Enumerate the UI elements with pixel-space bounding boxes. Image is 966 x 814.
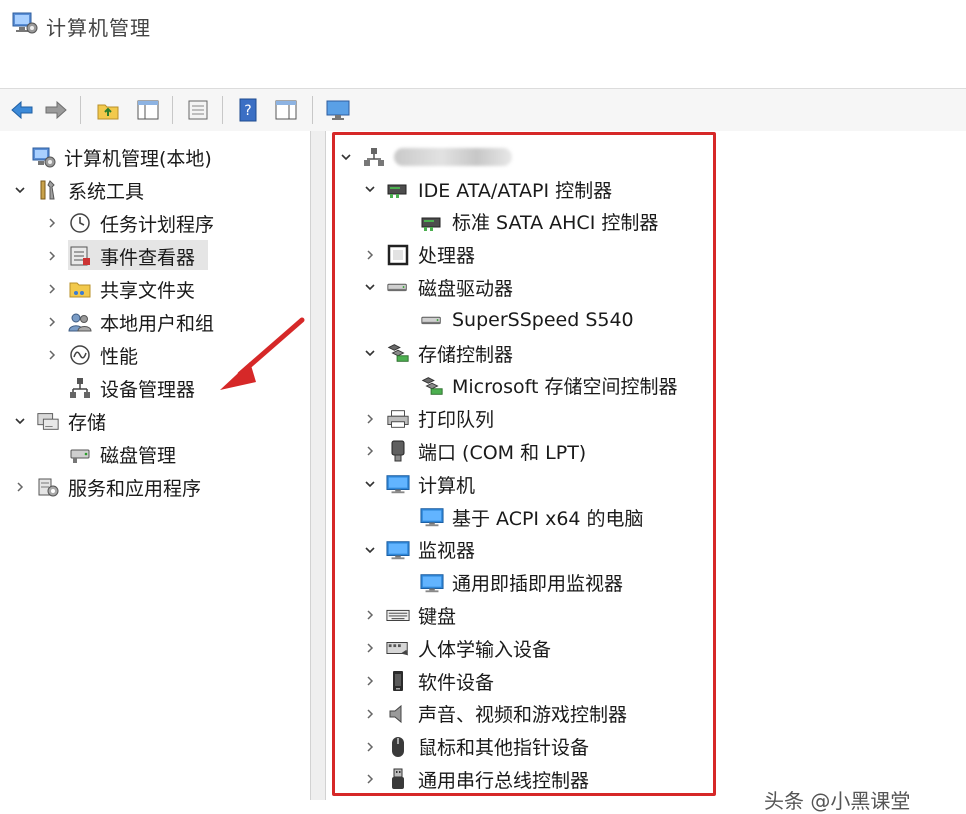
- disk-management-icon: [68, 442, 92, 466]
- tree-item-label: 性能: [100, 345, 139, 368]
- nav-tree-item[interactable]: 存储: [12, 406, 106, 436]
- pane-divider[interactable]: [311, 131, 326, 800]
- computer-management-icon: [32, 145, 56, 169]
- help-icon[interactable]: ?: [234, 97, 262, 123]
- nav-tree-item[interactable]: 任务计划程序: [44, 208, 214, 238]
- tree-item-label: 系统工具: [68, 180, 145, 203]
- services-icon: [36, 475, 60, 499]
- up-folder-icon[interactable]: [94, 97, 122, 123]
- users-icon: [68, 310, 92, 334]
- toolbar: ?: [0, 88, 966, 132]
- toolbar-separator: [172, 96, 173, 124]
- nav-tree-item[interactable]: 计算机管理(本地): [8, 142, 212, 172]
- tree-item-label: 设备管理器: [100, 378, 196, 401]
- nav-tree-item[interactable]: 系统工具: [12, 175, 144, 205]
- annotation-highlight-box: [332, 132, 716, 796]
- properties-icon[interactable]: [184, 97, 212, 123]
- tree-item-label: 事件查看器: [100, 246, 196, 269]
- tree-item-label: 共享文件夹: [100, 279, 196, 302]
- event-viewer-icon: [68, 244, 92, 268]
- clock-icon: [68, 211, 92, 235]
- chevron-right-icon[interactable]: [44, 281, 60, 297]
- back-icon[interactable]: [8, 97, 36, 123]
- monitor-display-icon[interactable]: [324, 97, 352, 123]
- chevron-right-icon[interactable]: [44, 215, 60, 231]
- tree-item-label: 本地用户和组: [100, 312, 215, 335]
- performance-icon: [68, 343, 92, 367]
- toolbar-separator: [222, 96, 223, 124]
- tree-item-label: 存储: [68, 411, 107, 434]
- nav-tree-item[interactable]: 本地用户和组: [44, 307, 214, 337]
- nav-tree-item[interactable]: 性能: [44, 340, 138, 370]
- menu-bar: [0, 48, 966, 89]
- forward-icon[interactable]: [42, 97, 70, 123]
- tree-item-label: 服务和应用程序: [68, 477, 202, 500]
- device-manager-icon: [68, 376, 92, 400]
- computer-management-app-icon: [12, 10, 38, 36]
- nav-tree-item[interactable]: 磁盘管理: [44, 439, 176, 469]
- toolbar-separator: [80, 96, 81, 124]
- chevron-right-icon[interactable]: [44, 314, 60, 330]
- tools-icon: [36, 178, 60, 202]
- title-bar: 计算机管理: [0, 0, 966, 48]
- show-hide-tree-icon[interactable]: [134, 97, 162, 123]
- toolbar-separator: [312, 96, 313, 124]
- action-pane-icon[interactable]: [272, 97, 300, 123]
- window-title: 计算机管理: [46, 16, 151, 40]
- nav-tree-item[interactable]: 服务和应用程序: [12, 472, 201, 502]
- shared-folder-icon: [68, 277, 92, 301]
- annotation-arrow: [220, 317, 305, 390]
- nav-tree-item[interactable]: 设备管理器: [44, 373, 195, 403]
- nav-tree-item[interactable]: 事件查看器: [44, 241, 195, 271]
- tree-item-label: 磁盘管理: [100, 444, 177, 467]
- chevron-right-icon[interactable]: [44, 347, 60, 363]
- chevron-down-icon[interactable]: [12, 413, 28, 429]
- svg-text:?: ?: [244, 103, 251, 119]
- tree-item-label: 任务计划程序: [100, 213, 215, 236]
- chevron-right-icon[interactable]: [12, 479, 28, 495]
- chevron-right-icon[interactable]: [44, 248, 60, 264]
- tree-item-label: 计算机管理(本地): [64, 147, 212, 170]
- storage-icon: [36, 409, 60, 433]
- chevron-down-icon[interactable]: [12, 182, 28, 198]
- nav-tree-item[interactable]: 共享文件夹: [44, 274, 195, 304]
